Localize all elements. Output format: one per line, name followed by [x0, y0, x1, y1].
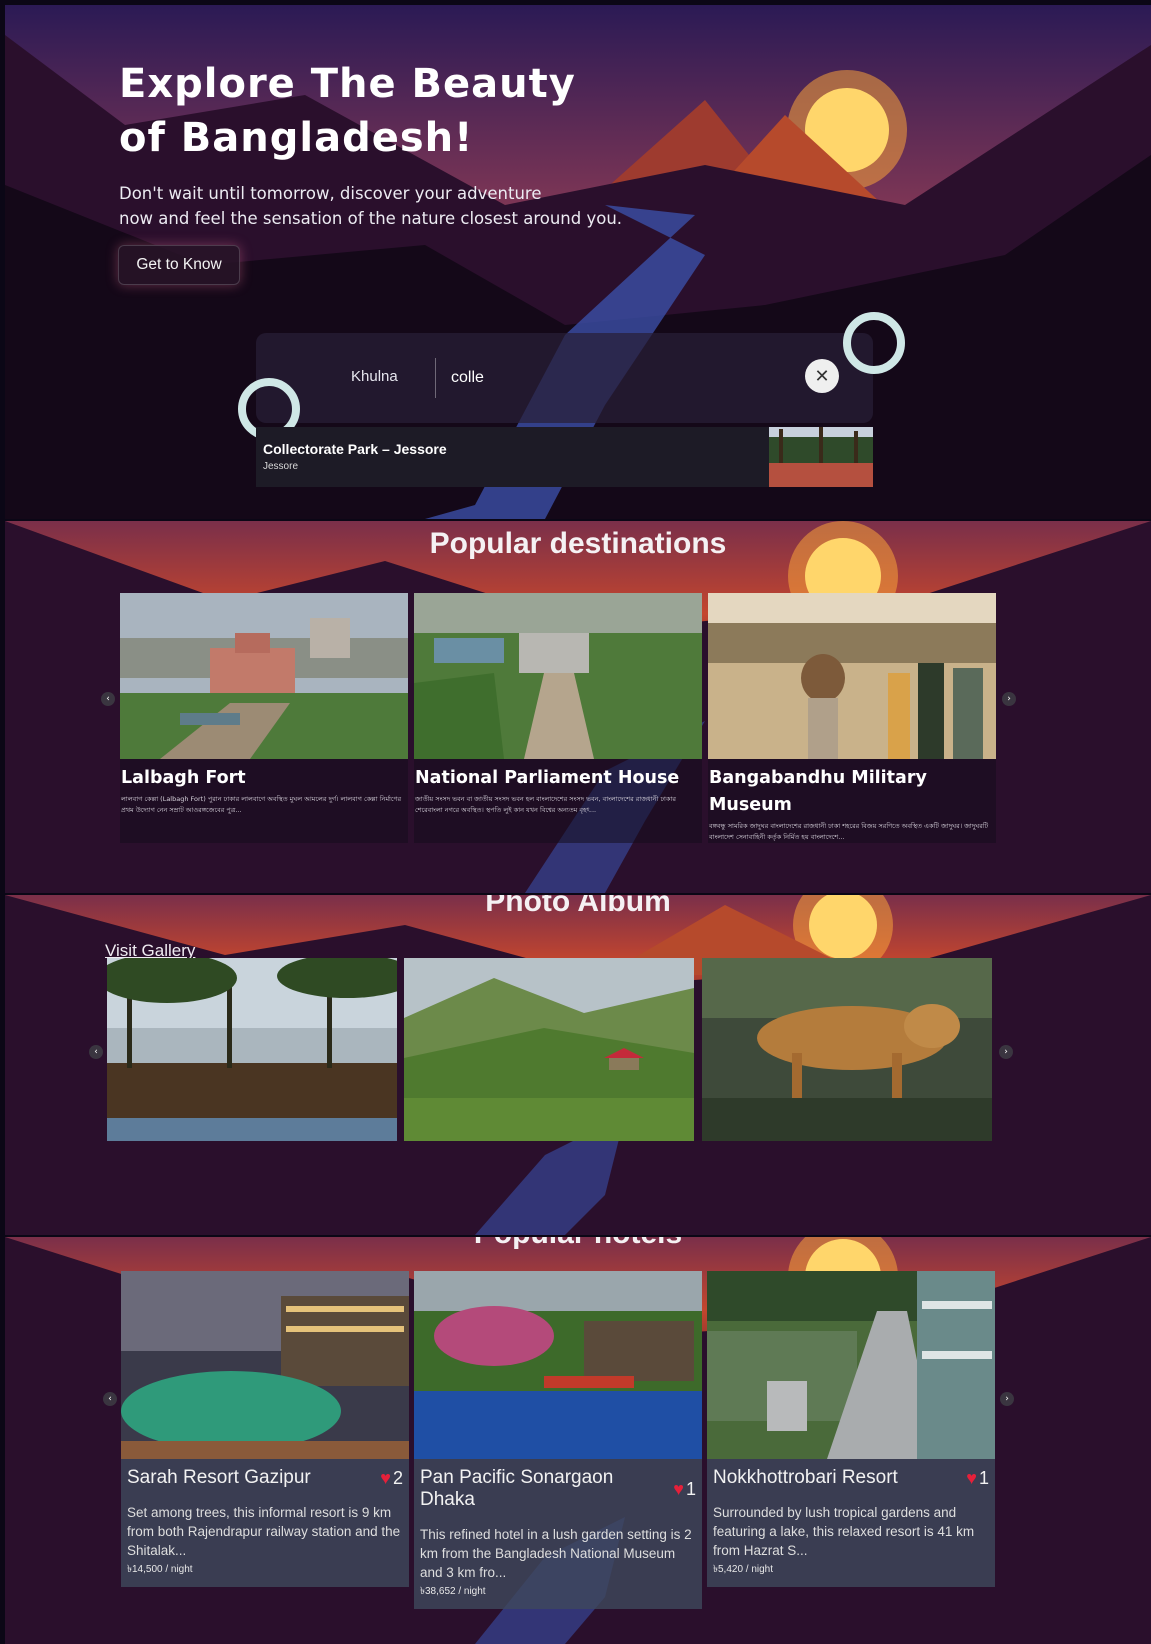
photo-album-title: Photo Album [485, 895, 671, 918]
hero-title-line1: Explore The Beauty [119, 61, 576, 107]
get-to-know-button[interactable]: Get to Know [118, 245, 240, 285]
hero-subtitle-line1: Don't wait until tomorrow, discover your… [119, 184, 542, 203]
hotel-name: Pan Pacific Sonargaon Dhaka [420, 1467, 614, 1510]
hotel-price: ৳14,500 / night [127, 1564, 193, 1575]
hero-section: Explore The Beauty of Bangladesh! Don't … [5, 5, 1151, 519]
suggestion-thumbnail [769, 427, 873, 487]
hotel-price: ৳5,420 / night [713, 1564, 774, 1575]
search-bar: Khulna ✕ [256, 333, 873, 423]
hotel-description: Surrounded by lush tropical gardens and … [713, 1505, 975, 1558]
search-suggestion-item[interactable]: Collectorate Park – Jessore Jessore [256, 427, 873, 487]
decorative-ring-right [843, 312, 905, 374]
hotel-pool-image [121, 1271, 409, 1459]
heart-icon[interactable]: ♥ [380, 1468, 391, 1489]
chevron-right-icon[interactable]: › [1002, 692, 1016, 706]
popular-destinations-title: Popular destinations [429, 527, 727, 560]
hero-title: Explore The Beauty of Bangladesh! [119, 57, 576, 165]
popular-hotels-title: Popular hotels [5, 1237, 1151, 1251]
heart-icon[interactable]: ♥ [673, 1479, 684, 1500]
destination-name: Lalbagh Fort [121, 768, 246, 788]
hotel-name: Sarah Resort Gazipur [127, 1467, 311, 1488]
hotel-price: ৳38,652 / night [420, 1586, 486, 1597]
destination-card[interactable]: National Parliament House জাতীয় সংসদ ভব… [414, 593, 702, 843]
like-counter: ♥ 1 [966, 1468, 989, 1489]
popular-destinations-section: Popular destinations ‹ › Lalbagh Fort লা… [5, 521, 1151, 893]
destination-description: লালবাগ কেল্লা (Lalbagh Fort) পুরান ঢাকার… [121, 795, 402, 814]
hero-title-line2: of Bangladesh! [119, 115, 474, 161]
destination-card[interactable]: Lalbagh Fort লালবাগ কেল্লা (Lalbagh Fort… [120, 593, 408, 843]
hotel-card[interactable]: Pan Pacific Sonargaon Dhaka ♥ 1 This refi… [414, 1271, 702, 1609]
like-count: 2 [392, 1467, 403, 1488]
album-photo-hills-image[interactable] [404, 958, 694, 1141]
suggestion-subtitle: Jessore [263, 461, 299, 472]
chevron-left-icon[interactable]: ‹ [103, 1392, 117, 1406]
search-input[interactable] [449, 360, 793, 396]
hotel-garden-image [414, 1271, 702, 1459]
like-count: 1 [978, 1467, 989, 1488]
hotel-description: Set among trees, this informal resort is… [127, 1505, 401, 1558]
destination-name: National Parliament House [415, 768, 680, 788]
photo-album-section: Photo Album Visit Gallery ‹ › [5, 895, 1151, 1235]
chevron-left-icon[interactable]: ‹ [101, 692, 115, 706]
hotel-card[interactable]: Sarah Resort Gazipur ♥ 2 Set among trees,… [121, 1271, 409, 1587]
destination-name: Bangabandhu Military Museum [709, 768, 927, 815]
chevron-right-icon[interactable]: › [999, 1045, 1013, 1059]
heart-icon[interactable]: ♥ [966, 1468, 977, 1489]
chevron-left-icon[interactable]: ‹ [89, 1045, 103, 1059]
album-photo-tiger-image[interactable] [702, 958, 992, 1141]
like-counter: ♥ 2 [380, 1468, 403, 1489]
hotel-description: This refined hotel in a lush garden sett… [420, 1527, 692, 1580]
album-photo-lake-image[interactable] [107, 958, 397, 1141]
destination-description: বঙ্গবন্ধু সামরিক জাদুঘর বাংলাদেশের রাজধা… [709, 822, 989, 841]
search-divider [435, 358, 436, 398]
hotel-name: Nokkhottrobari Resort [713, 1467, 898, 1488]
hero-subtitle-line2: now and feel the sensation of the nature… [119, 209, 623, 228]
chevron-right-icon[interactable]: › [1000, 1392, 1014, 1406]
hotel-boardwalk-image [707, 1271, 995, 1459]
hero-subtitle: Don't wait until tomorrow, discover your… [119, 181, 622, 231]
like-counter: ♥ 1 [673, 1479, 696, 1500]
hotel-card[interactable]: Nokkhottrobari Resort ♥ 1 Surrounded by l… [707, 1271, 995, 1587]
lalbagh-fort-image [120, 593, 408, 759]
parliament-house-image [414, 593, 702, 759]
close-icon[interactable]: ✕ [805, 359, 839, 393]
popular-hotels-section: Popular hotels ‹ › Sarah Resort Gazipur … [5, 1237, 1151, 1644]
military-museum-image [708, 593, 996, 759]
city-selector[interactable]: Khulna [351, 368, 398, 385]
destination-description: জাতীয় সংসদ ভবন বা জাতীয় সংসদ ভবন হল বা… [415, 795, 676, 814]
like-count: 1 [685, 1478, 696, 1499]
suggestion-title: Collectorate Park – Jessore [263, 441, 447, 457]
destination-card[interactable]: Bangabandhu Military Museum বঙ্গবন্ধু সা… [708, 593, 996, 843]
